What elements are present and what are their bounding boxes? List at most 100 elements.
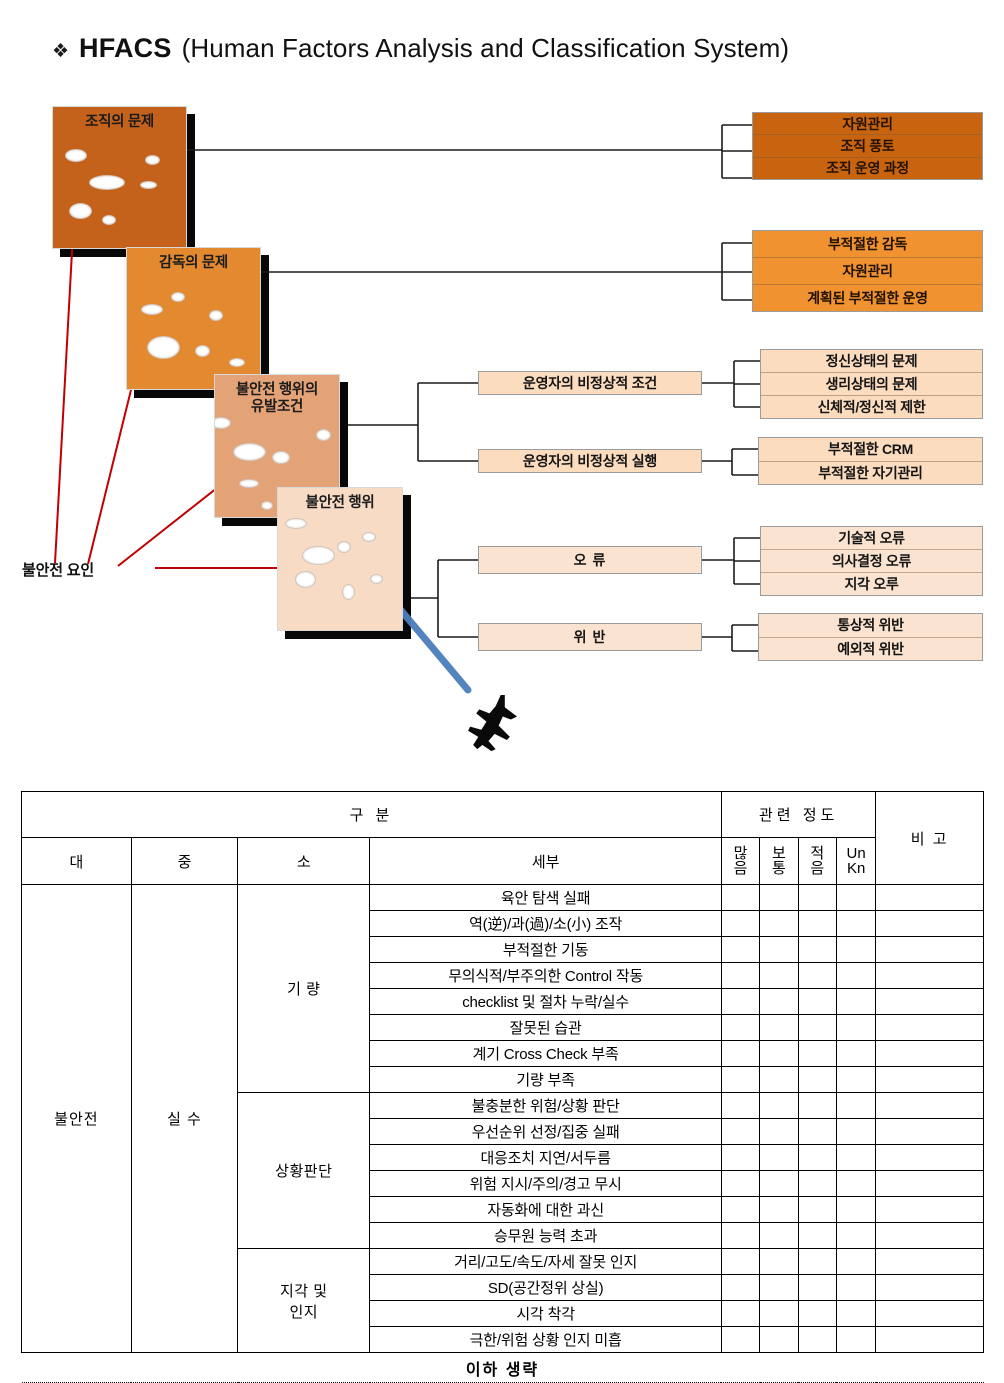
cell-relevance-mark[interactable] (835, 910, 877, 937)
cell-relevance-mark[interactable] (797, 1222, 837, 1249)
cell-relevance-mark[interactable] (759, 1196, 799, 1223)
cell-relevance-mark[interactable] (797, 910, 837, 937)
cell-relevance-mark[interactable] (720, 962, 761, 989)
cell-remark[interactable] (875, 884, 984, 911)
cell-relevance-mark[interactable] (797, 936, 837, 963)
hole (285, 518, 307, 529)
cell-relevance-mark[interactable] (797, 1300, 837, 1327)
cell-relevance-mark[interactable] (759, 1092, 799, 1119)
cell-relevance-mark[interactable] (835, 1092, 877, 1119)
cell-relevance-mark[interactable] (835, 1248, 877, 1275)
operator-abnormal-condition-box: 운영자의 비정상적 조건 (478, 371, 702, 395)
cell-relevance-mark[interactable] (759, 1144, 799, 1171)
cell-relevance-mark[interactable] (797, 1196, 837, 1223)
header-col-medium: 중 (130, 837, 239, 885)
cell-relevance-mark[interactable] (835, 1118, 877, 1145)
cell-remark[interactable] (875, 1300, 984, 1327)
cell-relevance-mark[interactable] (759, 936, 799, 963)
cell-relevance-mark[interactable] (759, 910, 799, 937)
cell-relevance-mark[interactable] (759, 1326, 799, 1353)
cell-relevance-mark[interactable] (835, 884, 877, 911)
cell-relevance-mark[interactable] (835, 1274, 877, 1301)
cell-relevance-mark[interactable] (835, 1014, 877, 1041)
cell-relevance-mark[interactable] (720, 988, 761, 1015)
cell-remark[interactable] (875, 1196, 984, 1223)
table-header-row-1: 구 분 관련 정도 비 고 (21, 791, 984, 885)
cell-relevance-mark[interactable] (720, 1326, 761, 1353)
cell-relevance-mark[interactable] (759, 1066, 799, 1093)
cell-relevance-mark[interactable] (720, 1092, 761, 1119)
cell-relevance-mark[interactable] (797, 988, 837, 1015)
cell-detail: 자동화에 대한 과신 (369, 1196, 722, 1223)
cell-relevance-mark[interactable] (797, 1274, 837, 1301)
cell-relevance-mark[interactable] (720, 1222, 761, 1249)
cell-remark[interactable] (875, 1040, 984, 1067)
cell-remark[interactable] (875, 1222, 984, 1249)
cell-relevance-mark[interactable] (797, 1144, 837, 1171)
cell-remark[interactable] (875, 1326, 984, 1353)
cell-relevance-mark[interactable] (720, 884, 761, 911)
cell-relevance-mark[interactable] (759, 1274, 799, 1301)
cell-remark[interactable] (875, 962, 984, 989)
cell-relevance-mark[interactable] (720, 1274, 761, 1301)
cell-relevance-mark[interactable] (720, 1196, 761, 1223)
cell-relevance-mark[interactable] (720, 1118, 761, 1145)
cell-relevance-mark[interactable] (835, 1144, 877, 1171)
cell-remark[interactable] (875, 1092, 984, 1119)
cell-relevance-mark[interactable] (835, 1066, 877, 1093)
cell-relevance-mark[interactable] (797, 1014, 837, 1041)
cell-relevance-mark[interactable] (720, 1248, 761, 1275)
cell-relevance-mark[interactable] (720, 1040, 761, 1067)
cell-relevance-mark[interactable] (835, 1196, 877, 1223)
cell-relevance-mark[interactable] (835, 988, 877, 1015)
cell-remark[interactable] (875, 1274, 984, 1301)
cell-relevance-mark[interactable] (835, 1326, 877, 1353)
cell-remark[interactable] (875, 1144, 984, 1171)
swiss-cheese-slice-supervisory: 감독의 문제 (126, 247, 261, 390)
cell-relevance-mark[interactable] (797, 1248, 837, 1275)
cell-relevance-mark[interactable] (759, 962, 799, 989)
cell-relevance-mark[interactable] (797, 962, 837, 989)
cell-relevance-mark[interactable] (720, 1144, 761, 1171)
cell-relevance-mark[interactable] (759, 1300, 799, 1327)
cell-remark[interactable] (875, 1118, 984, 1145)
cell-relevance-mark[interactable] (835, 1170, 877, 1197)
cell-relevance-mark[interactable] (797, 1066, 837, 1093)
cell-relevance-mark[interactable] (797, 1092, 837, 1119)
cell-relevance-mark[interactable] (759, 1118, 799, 1145)
cell-remark[interactable] (875, 1248, 984, 1275)
cell-relevance-mark[interactable] (797, 1040, 837, 1067)
cell-relevance-mark[interactable] (835, 962, 877, 989)
cell-relevance-mark[interactable] (797, 1118, 837, 1145)
cell-relevance-mark[interactable] (720, 1014, 761, 1041)
cell-relevance-mark[interactable] (835, 1300, 877, 1327)
cell-relevance-mark[interactable] (720, 1170, 761, 1197)
cell-relevance-mark[interactable] (759, 1014, 799, 1041)
hole (147, 336, 180, 359)
cell-relevance-mark[interactable] (759, 1170, 799, 1197)
cell-relevance-mark[interactable] (835, 1040, 877, 1067)
cell-relevance-mark[interactable] (759, 1248, 799, 1275)
cell-remark[interactable] (875, 1170, 984, 1197)
cell-relevance-mark[interactable] (797, 1170, 837, 1197)
cell-relevance-mark[interactable] (797, 884, 837, 911)
cell-detail: checklist 및 절차 누락/실수 (369, 988, 722, 1015)
cell-relevance-mark[interactable] (835, 936, 877, 963)
swiss-cheese-slice-unsafe-acts: 불안전 행위 (277, 487, 403, 631)
cell-remark[interactable] (875, 1066, 984, 1093)
cell-relevance-mark[interactable] (720, 910, 761, 937)
cell-relevance-mark[interactable] (759, 884, 799, 911)
cell-relevance-mark[interactable] (720, 936, 761, 963)
table-header-row-2: 대 중 소 세부 많 음 보 통 적 음 Un Kn (21, 837, 984, 885)
cell-relevance-mark[interactable] (835, 1222, 877, 1249)
cell-remark[interactable] (875, 936, 984, 963)
cell-relevance-mark[interactable] (720, 1066, 761, 1093)
cell-remark[interactable] (875, 988, 984, 1015)
cell-remark[interactable] (875, 910, 984, 937)
cell-relevance-mark[interactable] (797, 1326, 837, 1353)
cell-relevance-mark[interactable] (759, 1040, 799, 1067)
cell-remark[interactable] (875, 1014, 984, 1041)
cell-relevance-mark[interactable] (759, 988, 799, 1015)
cell-relevance-mark[interactable] (759, 1222, 799, 1249)
cell-relevance-mark[interactable] (720, 1300, 761, 1327)
